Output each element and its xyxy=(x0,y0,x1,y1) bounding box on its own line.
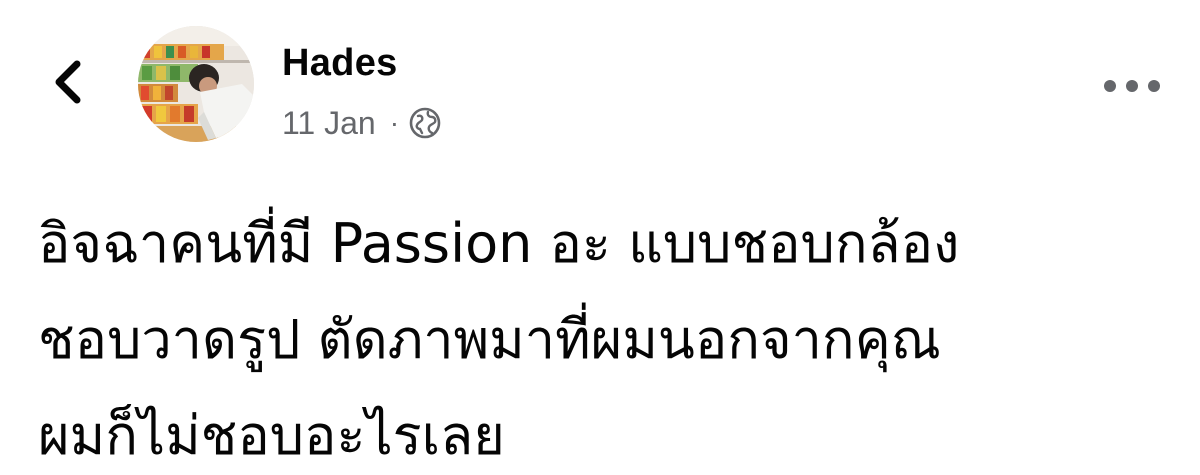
avatar[interactable] xyxy=(138,26,254,142)
post-meta: 11 Jan · xyxy=(282,103,441,143)
post-screen: Hades 11 Jan · อิจฉาคนที่มี Passion อะ แ… xyxy=(0,0,1200,475)
globe-icon[interactable] xyxy=(409,107,441,139)
more-options-button[interactable] xyxy=(1104,72,1160,100)
post-text-line: อิจฉาคนที่มี Passion อะ แบบชอบกล้อง xyxy=(38,212,960,275)
dot-icon xyxy=(1148,80,1160,92)
post-text-line: ชอบวาดรูป ตัดภาพมาที่ผมนอกจากคุณ xyxy=(38,308,941,371)
chevron-left-icon xyxy=(55,60,81,104)
post-date[interactable]: 11 Jan xyxy=(282,105,376,142)
dot-icon xyxy=(1126,80,1138,92)
author-name[interactable]: Hades xyxy=(282,42,398,85)
post-text: อิจฉาคนที่มี Passion อะ แบบชอบกล้อง ชอบว… xyxy=(38,196,1178,475)
post-text-line: ผมก็ไม่ชอบอะไรเลย xyxy=(38,404,505,467)
meta-separator: · xyxy=(389,107,400,138)
avatar-photo xyxy=(138,26,254,142)
back-button[interactable] xyxy=(42,52,94,112)
dot-icon xyxy=(1104,80,1116,92)
